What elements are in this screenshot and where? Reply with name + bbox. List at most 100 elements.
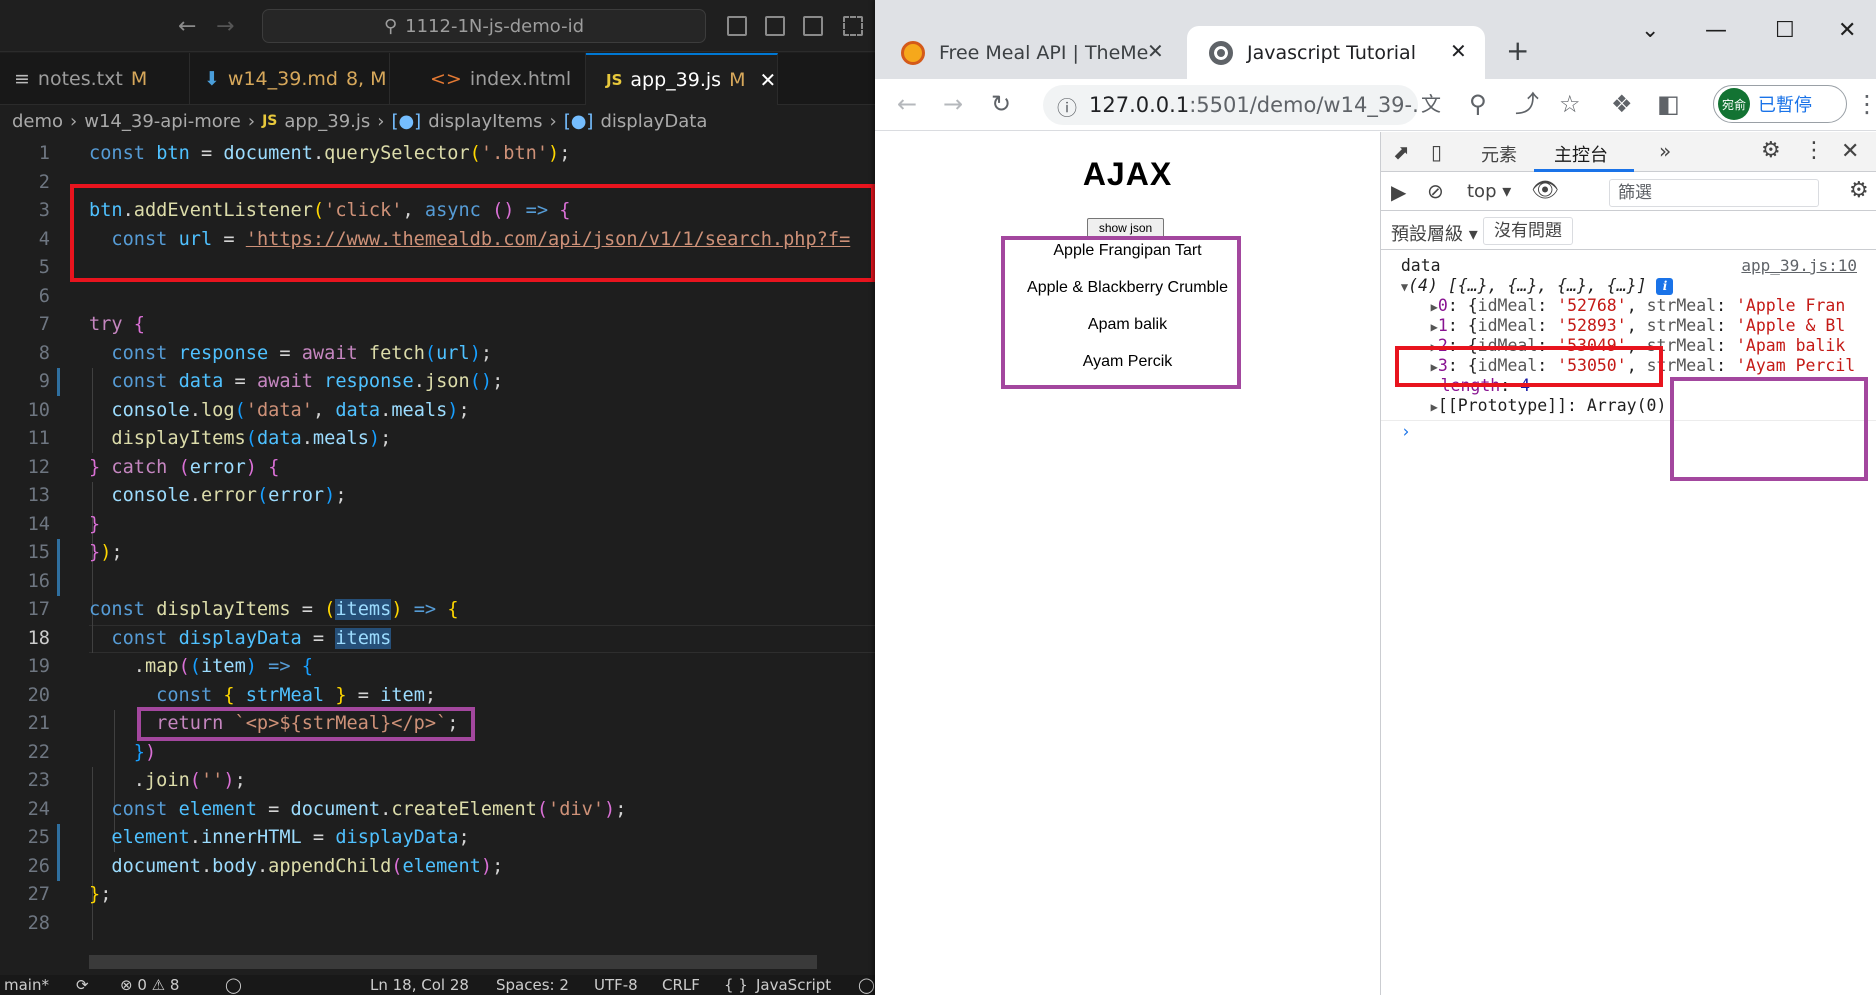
tab-label: app_39.js bbox=[630, 69, 722, 91]
tab-status: M bbox=[729, 69, 746, 91]
close-window-icon[interactable]: ✕ bbox=[1838, 18, 1856, 43]
more-options-icon[interactable]: ⋮ bbox=[1803, 138, 1825, 163]
close-tab-icon[interactable]: ✕ bbox=[1450, 39, 1467, 63]
account-icon[interactable]: ◯ bbox=[225, 976, 242, 994]
code-line: 7 try { bbox=[38, 314, 145, 335]
minimize-icon[interactable]: — bbox=[1705, 18, 1727, 43]
language-mode[interactable]: JavaScript bbox=[756, 976, 831, 994]
toggle-secondary-sidebar-icon[interactable] bbox=[803, 16, 823, 36]
console-filter-input[interactable]: 篩選 bbox=[1609, 179, 1819, 207]
command-center-search[interactable]: ⚲ 1112-1N-js-demo-id bbox=[262, 9, 706, 43]
meal-favicon bbox=[901, 40, 925, 65]
tab-free-meal-api[interactable]: Free Meal API | TheMeal bbox=[875, 26, 1185, 79]
back-arrow-icon[interactable]: ← bbox=[178, 14, 196, 39]
sidebar-toggle-icon[interactable]: ▶ bbox=[1391, 180, 1406, 204]
editor-tabs: ≡ notes.txt M ⬇ w14_39.md 8, M <> index.… bbox=[0, 53, 875, 105]
zoom-icon[interactable]: ⚲ bbox=[1469, 89, 1487, 119]
extensions-icon[interactable]: ❖ bbox=[1611, 89, 1633, 119]
globe-icon bbox=[1209, 40, 1233, 65]
cursor-position[interactable]: Ln 18, Col 28 bbox=[370, 976, 469, 994]
bookmark-star-icon[interactable]: ☆ bbox=[1559, 89, 1581, 119]
info-badge-icon[interactable]: i bbox=[1656, 278, 1674, 295]
more-tabs-icon[interactable]: » bbox=[1659, 139, 1671, 163]
profile-button[interactable]: 宛俞 已暫停 bbox=[1713, 85, 1847, 123]
annotation-red-box bbox=[1395, 346, 1663, 387]
vscode-window: ← → ⚲ 1112-1N-js-demo-id ≡ notes.txt M ⬇… bbox=[0, 0, 875, 995]
customize-layout-icon[interactable] bbox=[843, 16, 863, 36]
active-tab-indicator bbox=[1534, 169, 1634, 172]
breadcrumb-item[interactable]: displayData bbox=[600, 111, 707, 132]
show-json-button[interactable]: show json bbox=[1087, 218, 1164, 238]
context-selector[interactable]: top ▾ bbox=[1467, 181, 1511, 202]
issues-button[interactable]: 沒有問題 bbox=[1483, 217, 1573, 245]
code-editor[interactable]: 1 const btn = document.querySelector('.bt… bbox=[0, 140, 875, 940]
code-line: 24 const element = document.createElemen… bbox=[27, 798, 627, 820]
device-toolbar-icon[interactable]: ▯ bbox=[1431, 140, 1442, 164]
close-tab-icon[interactable]: ✕ bbox=[1147, 39, 1164, 63]
tab-javascript-tutorial[interactable]: Javascript Tutorial bbox=[1187, 26, 1485, 79]
address-bar[interactable]: ⓘ 127.0.0.1:5501/demo/w14_39-... bbox=[1043, 85, 1418, 125]
code-line: 26 document.body.appendChild(element); bbox=[27, 855, 504, 877]
breadcrumb-item[interactable]: w14_39-api-more bbox=[84, 111, 241, 132]
side-panel-icon[interactable]: ◧ bbox=[1657, 89, 1680, 119]
settings-icon[interactable]: ⚙ bbox=[1761, 138, 1781, 163]
code-line: 20 const { strMeal } = item; bbox=[27, 684, 437, 706]
tab-search-icon[interactable]: ⌄ bbox=[1641, 18, 1659, 43]
close-icon[interactable]: ✕ bbox=[759, 68, 776, 92]
annotation-purple-box bbox=[1001, 236, 1241, 389]
indentation[interactable]: Spaces: 2 bbox=[496, 976, 569, 994]
code-line: 10 console.log('data', data.meals); bbox=[27, 399, 470, 421]
forward-arrow-icon[interactable]: → bbox=[216, 14, 234, 39]
sync-icon[interactable]: ⟳ bbox=[76, 976, 89, 994]
braces-icon[interactable]: { } bbox=[724, 976, 748, 994]
inspect-element-icon[interactable]: ⬈ bbox=[1393, 140, 1410, 164]
reload-icon[interactable]: ↻ bbox=[991, 89, 1011, 119]
maximize-icon[interactable]: ☐ bbox=[1775, 18, 1795, 43]
chrome-tabstrip: Free Meal API | TheMeal ✕ Javascript Tut… bbox=[875, 0, 1876, 79]
status-bar: main* ⟳ ⊗ 0 ⚠ 8 ◯ Ln 18, Col 28 Spaces: … bbox=[0, 975, 875, 995]
web-page: AJAX show json Apple Frangipan Tart Appl… bbox=[875, 132, 1380, 995]
live-expression-eye-icon[interactable]: 👁 bbox=[1531, 178, 1559, 203]
clear-console-icon[interactable]: ⊘ bbox=[1427, 179, 1444, 203]
toggle-panel-icon[interactable] bbox=[765, 16, 785, 36]
code-line: 1 const btn = document.querySelector('.bt… bbox=[38, 143, 571, 164]
problems-status[interactable]: ⊗ 0 ⚠ 8 bbox=[120, 976, 179, 994]
branch-status[interactable]: main* bbox=[4, 976, 49, 994]
tab-w14-39-md[interactable]: ⬇ w14_39.md 8, M bbox=[190, 53, 390, 105]
toggle-primary-sidebar-icon[interactable] bbox=[727, 16, 747, 36]
notifications-icon[interactable]: ◯ bbox=[858, 976, 875, 994]
annotation-red-box bbox=[70, 184, 875, 282]
log-levels-dropdown[interactable]: 預設層級 ▾ bbox=[1391, 220, 1478, 246]
code-line: 17 const displayItems = (items) => { bbox=[27, 599, 459, 620]
code-line: 16 bbox=[27, 570, 50, 592]
tab-console[interactable]: 主控台 bbox=[1554, 141, 1608, 167]
js-icon: JS bbox=[606, 71, 623, 89]
console-settings-icon[interactable]: ⚙ bbox=[1849, 178, 1869, 203]
address-path: :5501/demo/w14_39-... bbox=[1189, 93, 1418, 117]
menu-kebab-icon[interactable]: ⋮ bbox=[1855, 89, 1876, 119]
breadcrumb-item[interactable]: displayItems bbox=[428, 111, 542, 132]
annotation-purple-box bbox=[1670, 377, 1868, 481]
new-tab-icon[interactable]: + bbox=[1506, 34, 1529, 67]
line-ending[interactable]: CRLF bbox=[662, 976, 700, 994]
horizontal-scrollbar[interactable] bbox=[89, 955, 817, 969]
breadcrumb: demo › w14_39-api-more › JS app_39.js › [●]… bbox=[12, 110, 708, 132]
encoding[interactable]: UTF-8 bbox=[594, 976, 638, 994]
tab-title: Javascript Tutorial bbox=[1247, 41, 1416, 64]
info-icon[interactable]: ⓘ bbox=[1057, 92, 1077, 121]
tab-notes-txt[interactable]: ≡ notes.txt M bbox=[0, 53, 190, 105]
tab-label: index.html bbox=[469, 68, 572, 90]
console-levels-bar: 預設層級 ▾ 沒有問題 bbox=[1381, 212, 1876, 250]
tab-elements[interactable]: 元素 bbox=[1481, 141, 1517, 167]
tab-label: notes.txt bbox=[37, 68, 123, 90]
share-icon[interactable]: ⤴ bbox=[1515, 89, 1539, 119]
close-devtools-icon[interactable]: ✕ bbox=[1841, 139, 1859, 164]
breadcrumb-item[interactable]: app_39.js bbox=[284, 111, 370, 132]
breadcrumb-item[interactable]: demo bbox=[12, 111, 63, 132]
back-icon[interactable]: ← bbox=[897, 89, 917, 119]
tab-app-39-js[interactable]: JS app_39.js M ✕ bbox=[586, 53, 778, 105]
translate-icon[interactable]: 文 bbox=[1421, 89, 1441, 119]
forward-icon[interactable]: → bbox=[943, 89, 963, 119]
code-line: 13 console.error(error); bbox=[27, 485, 347, 506]
tab-index-html[interactable]: <> index.html bbox=[390, 53, 586, 105]
